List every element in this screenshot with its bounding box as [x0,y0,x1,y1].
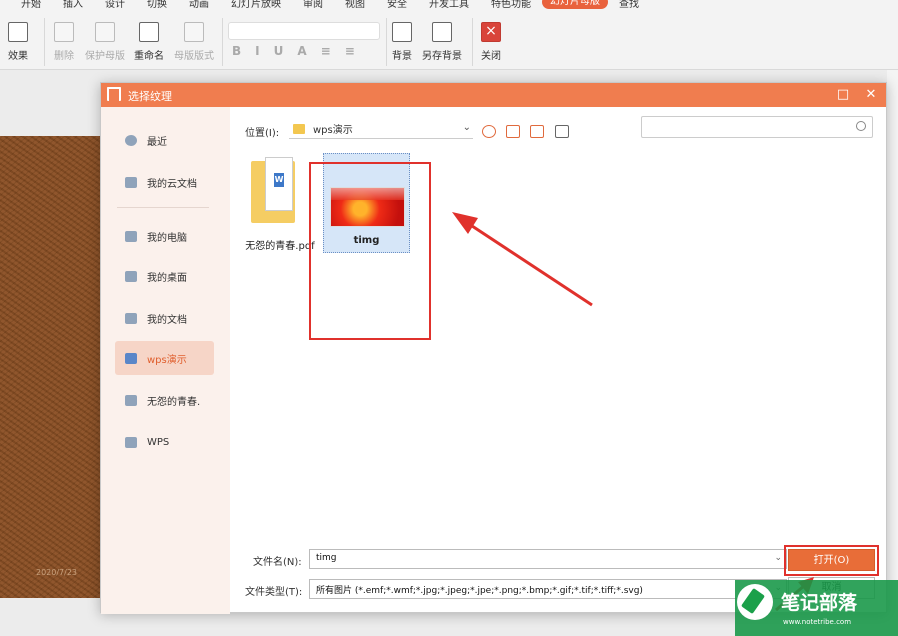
sidebar-item-recent[interactable]: 最近 [115,123,214,157]
italic-icon[interactable]: I [255,44,259,58]
rename-icon [139,22,159,42]
tab-design[interactable]: 设计 [94,0,136,10]
sidebar-item-desktop[interactable]: 我的桌面 [115,259,214,293]
filetype-label: 文件类型(T): [245,587,303,598]
tab-insert[interactable]: 插入 [52,0,94,10]
tab-start[interactable]: 开始 [10,0,52,10]
bold-icon[interactable]: B [232,44,241,58]
file-name: 无怨的青春.pdf [245,241,315,252]
tab-special[interactable]: 特色功能 [480,0,542,10]
close-icon[interactable]: ✕ [862,86,880,104]
new-folder-icon[interactable] [530,125,544,138]
sidebar: 最近 我的云文档 我的电脑 我的桌面 我的文档 wps演示 无怨的青春. WPS [101,107,230,614]
filename-input[interactable]: timg ⌄ [309,549,787,569]
background-button[interactable]: 背景 [392,22,412,62]
tab-security[interactable]: 安全 [376,0,418,10]
sidebar-item-wps-presentation[interactable]: wps演示 [115,341,214,375]
filetype-select[interactable]: 所有图片 (*.emf;*.wmf;*.jpg;*.jpeg;*.jpe;*.p… [309,579,787,599]
divider [222,18,223,66]
folder-icon [125,436,137,448]
watermark: 笔记部落 www.notetribe.com [735,580,898,636]
menu-bar: 开始 插入 设计 切换 动画 幻灯片放映 审阅 视图 安全 开发工具 特色功能 … [0,0,898,10]
clock-icon [125,134,137,146]
list-icon[interactable]: ≡ [321,44,331,58]
delete-icon [54,22,74,42]
watermark-text: 笔记部落 [781,592,858,614]
sidebar-item-youth-folder[interactable]: 无怨的青春. [115,383,214,417]
search-icon [856,121,866,131]
layout-icon [184,22,204,42]
protect-icon [95,22,115,42]
sidebar-item-my-computer[interactable]: 我的电脑 [115,219,214,253]
slide-date: 2020/7/23 [36,568,78,577]
tab-review[interactable]: 审阅 [292,0,334,10]
background-icon [392,22,412,42]
back-icon[interactable] [482,125,496,138]
tab-view[interactable]: 视图 [334,0,376,10]
save-background-icon [432,22,452,42]
desktop-icon [125,270,137,282]
pdf-file-icon: W [251,157,299,223]
protect-master-button[interactable]: 保护母版 [85,22,125,62]
sidebar-divider [117,207,209,208]
file-item-pdf[interactable]: W 无怨的青春.pdf [231,145,321,255]
tab-transition[interactable]: 切换 [136,0,178,10]
rename-button[interactable]: 重命名 [134,22,164,62]
location-label: 位置(I): [245,128,280,139]
sidebar-item-wps[interactable]: WPS [115,425,214,459]
close-master-button[interactable]: × 关闭 [481,22,501,62]
chevron-down-icon: ⌄ [774,553,782,563]
tab-animation[interactable]: 动画 [178,0,220,10]
annotation-box-file [309,162,431,340]
filename-label: 文件名(N): [253,557,302,568]
font-format-row: B I U A ≡ ≡ [232,44,355,58]
wps-logo-icon [107,87,121,101]
sidebar-item-documents[interactable]: 我的文档 [115,301,214,335]
view-mode-icon[interactable] [555,125,569,138]
tab-slide-master[interactable]: 幻灯片母版 [542,0,608,9]
divider [386,18,387,66]
effects-icon [8,22,28,42]
cloud-icon [125,176,137,188]
numbered-list-icon[interactable]: ≡ [345,44,355,58]
folder-icon [125,394,137,406]
dialog-title-bar: 选择纹理 □ ✕ [101,83,886,107]
close-icon: × [481,22,501,42]
location-dropdown[interactable]: wps演示 ⌄ [289,119,473,139]
search-label[interactable]: 查找 [608,0,650,10]
divider [44,18,45,66]
underline-icon[interactable]: U [274,44,284,58]
effects-button[interactable]: 效果 [8,22,28,62]
search-input[interactable] [641,116,873,138]
folder-icon [293,123,305,134]
master-layout-button[interactable]: 母版版式 [174,22,214,62]
chevron-down-icon: ⌄ [462,122,471,133]
watermark-url: www.notetribe.com [783,618,852,626]
computer-icon [125,230,137,242]
leather-slide-background [0,136,100,598]
save-background-button[interactable]: 另存背景 [422,22,462,62]
sidebar-item-cloud-docs[interactable]: 我的云文档 [115,165,214,199]
notetribe-logo-icon [737,584,773,620]
folder-icon [125,312,137,324]
dialog-title: 选择纹理 [128,90,172,103]
delete-button[interactable]: 删除 [54,22,74,62]
font-color-icon[interactable]: A [297,44,306,58]
right-panel-strip [887,70,898,600]
font-selector[interactable] [228,22,380,40]
folder-icon [125,352,137,364]
folder-up-icon[interactable] [506,125,520,138]
ribbon: 效果 删除 保护母版 重命名 母版版式 B I U A ≡ ≡ 背景 另存背景 … [0,10,898,70]
annotation-box-open [784,545,879,576]
tab-developer[interactable]: 开发工具 [418,0,480,10]
choose-texture-dialog: 选择纹理 □ ✕ 最近 我的云文档 我的电脑 我的桌面 我的文档 wps演示 无… [100,82,887,614]
tab-slideshow[interactable]: 幻灯片放映 [220,0,292,10]
maximize-icon[interactable]: □ [834,86,852,104]
divider [472,18,473,66]
